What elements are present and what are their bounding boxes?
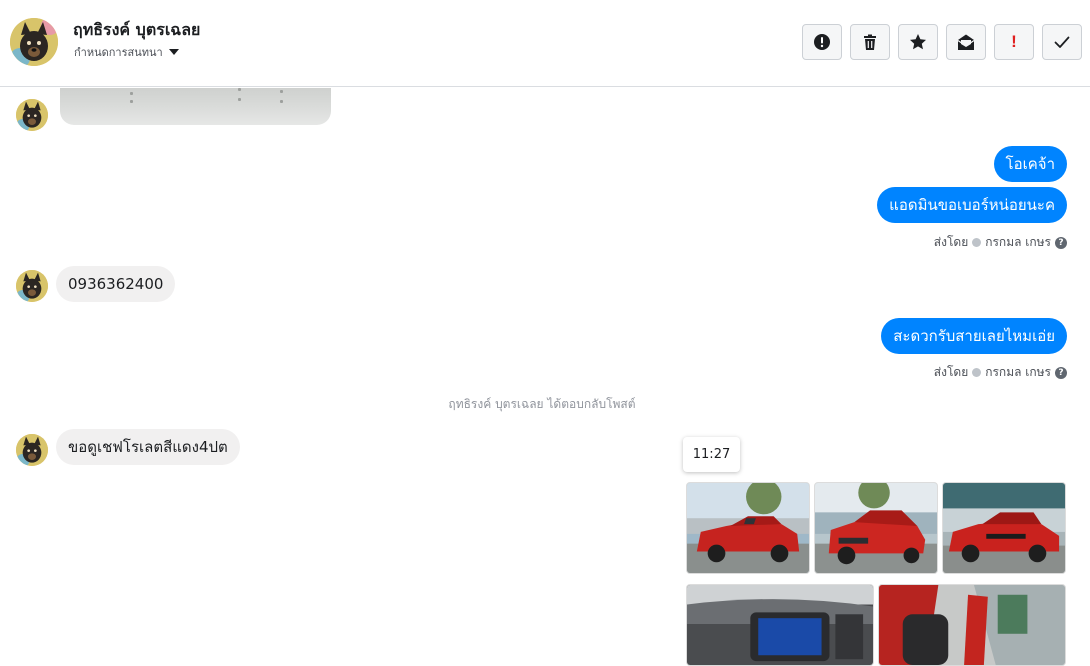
assign-conversation-dropdown[interactable]: กำหนดการสนทนา [74, 43, 179, 61]
sent-by-prefix: ส่งโดย [933, 365, 969, 379]
sent-by-agent[interactable]: กรกมล เกษร [985, 233, 1051, 252]
dog-avatar-icon [16, 434, 48, 466]
assign-label: กำหนดการสนทนา [74, 46, 163, 59]
outgoing-message[interactable]: โอเคจ้า [993, 146, 1067, 182]
mark-done-button[interactable] [1042, 24, 1082, 60]
photo-attachment[interactable] [686, 584, 874, 666]
mark-unread-button[interactable] [946, 24, 986, 60]
red-pickup-photo-icon [815, 483, 937, 573]
header-actions: ! [802, 24, 1082, 60]
system-note: ฤทธิรงค์ บุตรเฉลย ได้ตอบกลับโพสต์ [448, 397, 636, 411]
photo-attachment[interactable] [814, 482, 938, 574]
sent-by-label: ส่งโดย กรกมล เกษร ? [934, 233, 1067, 252]
help-icon[interactable]: ? [1055, 366, 1067, 379]
photo-attachment[interactable] [878, 584, 1066, 666]
caret-down-icon [168, 49, 179, 55]
alert-circle-icon [814, 34, 830, 50]
report-spam-button[interactable] [802, 24, 842, 60]
car-interior-photo-icon [879, 585, 1065, 665]
photo-attachment[interactable] [942, 482, 1066, 574]
sent-by-prefix: ส่งโดย [933, 235, 969, 249]
contact-name: ฤทธิรงค์ บุตรเฉลย [73, 20, 201, 39]
message-thread[interactable]: โอเคจ้า แอดมินขอเบอร์หน่อยนะค ส่งโดย กรก… [0, 88, 1090, 666]
star-icon [910, 34, 926, 50]
photo-attachment[interactable] [686, 482, 810, 574]
red-pickup-photo-icon [687, 483, 809, 573]
red-pickup-photo-icon [943, 483, 1065, 573]
mark-important-button[interactable]: ! [994, 24, 1034, 60]
incoming-message[interactable]: ขอดูเชฟโรเลตสีแดง4ปต [56, 429, 240, 465]
conversation-header: ฤทธิรงค์ บุตรเฉลย กำหนดการสนทนา ! [0, 0, 1090, 87]
exclamation-icon: ! [1011, 32, 1017, 51]
outgoing-message[interactable]: สะดวกรับสายเลยไหมเอ่ย [881, 318, 1067, 354]
contact-avatar-small [16, 270, 48, 302]
dog-avatar-icon [10, 18, 58, 66]
agent-status-icon [972, 368, 982, 377]
help-icon[interactable]: ? [1055, 236, 1067, 249]
car-dashboard-photo-icon [687, 585, 873, 665]
agent-status-icon [972, 238, 982, 247]
delete-button[interactable] [850, 24, 890, 60]
star-button[interactable] [898, 24, 938, 60]
timestamp-tooltip: 11:27 [683, 437, 740, 472]
received-image-attachment[interactable] [60, 88, 331, 125]
contact-avatar-small [16, 99, 48, 131]
contact-avatar-small [16, 434, 48, 466]
envelope-open-icon [957, 34, 975, 50]
sent-by-agent[interactable]: กรกมล เกษร [985, 363, 1051, 382]
incoming-message[interactable]: 0936362400 [56, 266, 176, 302]
sent-by-label: ส่งโดย กรกมล เกษร ? [934, 363, 1067, 382]
contact-avatar[interactable] [10, 18, 58, 66]
outgoing-message[interactable]: แอดมินขอเบอร์หน่อยนะค [877, 187, 1067, 223]
dog-avatar-icon [16, 270, 48, 302]
trash-icon [864, 34, 876, 50]
dog-avatar-icon [16, 99, 48, 131]
check-icon [1054, 36, 1070, 48]
